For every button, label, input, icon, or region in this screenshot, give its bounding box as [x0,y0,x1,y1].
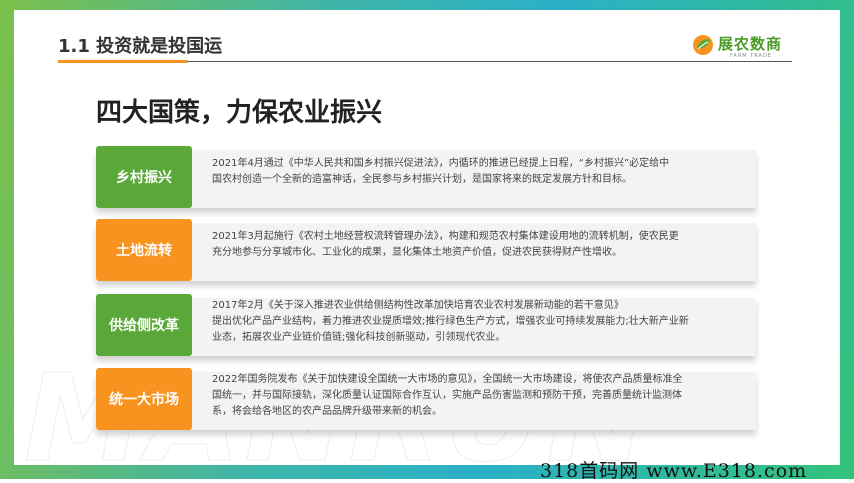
policy-description: 2017年2月《关于深入推进农业供给侧结构性改革加快培育农业农村发展新动能的若干… [212,298,747,346]
description-line: 提出优化产品产业结构，着力推进农业提质增效;推行绿色生产方式，增强农业可持续发展… [212,316,689,327]
policy-row: 供给侧改革 2017年2月《关于深入推进农业供给侧结构性改革加快培育农业农村发展… [96,294,756,356]
description-line: 充分地参与分享城市化、工业化的成果，显化集体土地资产价值，促进农民获得财产性增收… [212,247,622,258]
description-line: 业态，拓展农业产业链价值链;强化科技创新驱动，引领现代农业。 [212,332,506,343]
headline: 四大国策，力保农业振兴 [96,98,383,128]
policy-description: 2021年3月起施行《农村土地经营权流转管理办法》，构建和规范农村集体建设用地的… [212,229,747,261]
policy-row: 土地流转 2021年3月起施行《农村土地经营权流转管理办法》，构建和规范农村集体… [96,219,756,281]
description-line: 2021年4月通过《中华人民共和国乡村振兴促进法》，内循环的推进已经提上日程，“… [212,158,670,169]
leaf-logo-icon [693,35,713,55]
policy-row: 乡村振兴 2021年4月通过《中华人民共和国乡村振兴促进法》，内循环的推进已经提… [96,146,756,208]
description-line: 2021年3月起施行《农村土地经营权流转管理办法》，构建和规范农村集体建设用地的… [212,231,679,242]
description-line: 2017年2月《关于深入推进农业供给侧结构性改革加快培育农业农村发展新动能的若干… [212,300,624,311]
description-line: 国农村创造一个全新的造富神话，全民参与乡村振兴计划，是国家将来的既定发展方针和目… [212,174,632,185]
description-line: 2022年国务院发布《关于加快建设全国统一大市场的意见》，全国统一大市场建设，将… [212,374,683,385]
logo-subtext: FARM TRADE [730,53,772,59]
policy-row: 统一大市场 2022年国务院发布《关于加快建设全国统一大市场的意见》，全国统一大… [96,368,756,430]
description-line: 国统一，并与国际接轨，深化质量认证国际合作互认，实施产品伤害监测和预防干预，完善… [212,390,682,401]
policy-label: 乡村振兴 [96,146,192,208]
logo-text: 展农数商 [718,35,783,53]
policy-label: 统一大市场 [96,368,192,430]
title-underline-accent [58,60,188,63]
section-title: 1.1 投资就是投国运 [58,36,223,57]
description-line: 系，将会给各地区的农产品品牌升级带来新的机会。 [212,406,442,417]
slide: MANRUN 1.1 投资就是投国运 展农数商 FARM TRADE 四大国策，… [14,10,840,465]
policy-label: 土地流转 [96,219,192,281]
policy-description: 2022年国务院发布《关于加快建设全国统一大市场的意见》，全国统一大市场建设，将… [212,372,747,420]
policy-label: 供给侧改革 [96,294,192,356]
policy-description: 2021年4月通过《中华人民共和国乡村振兴促进法》，内循环的推进已经提上日程，“… [212,156,747,188]
brand-logo: 展农数商 FARM TRADE [692,32,802,66]
